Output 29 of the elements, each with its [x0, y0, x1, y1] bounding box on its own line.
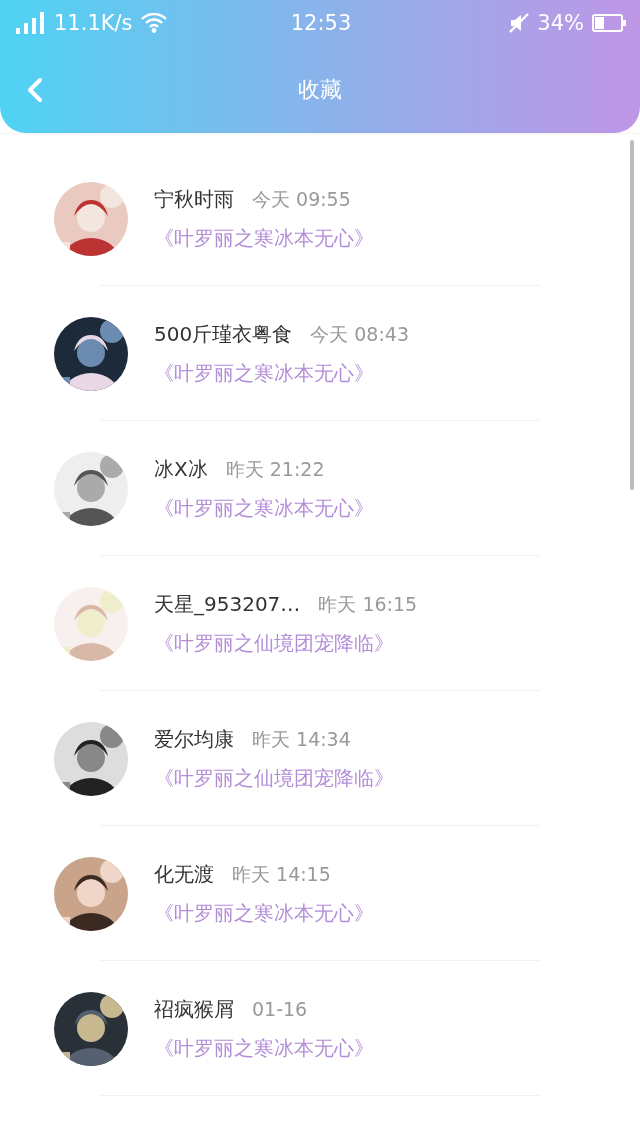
timestamp: 今天 08:43 — [310, 321, 409, 347]
mute-icon — [509, 13, 530, 33]
wifi-icon — [140, 13, 167, 33]
book-link[interactable]: 《叶罗丽之寒冰本无心》 — [154, 899, 374, 927]
book-link[interactable]: 《叶罗丽之寒冰本无心》 — [154, 224, 374, 252]
user-name: 天星_953207… — [154, 590, 301, 618]
user-name: 祒疯猴屑 — [154, 995, 234, 1023]
timestamp: 今天 09:55 — [252, 186, 351, 212]
book-link[interactable]: 《叶罗丽之仙境团宠降临》 — [154, 629, 418, 657]
book-link[interactable]: 《叶罗丽之寒冰本无心》 — [154, 494, 374, 522]
user-name: 500斤瑾衣粤食 — [154, 320, 293, 348]
book-link[interactable]: 《叶罗丽之寒冰本无心》 — [154, 359, 409, 387]
timestamp: 昨天 21:22 — [225, 456, 325, 482]
battery-percent: 34% — [537, 11, 584, 35]
timestamp: 01-16 — [252, 997, 308, 1020]
book-link[interactable]: 《叶罗丽之仙境团宠降临》 — [154, 764, 394, 792]
signal-icon — [16, 12, 46, 34]
user-name: 化无渡 — [154, 860, 214, 888]
timestamp: 昨天 16:15 — [318, 591, 418, 617]
page-title: 收藏 — [298, 75, 342, 104]
timestamp: 昨天 14:34 — [252, 726, 351, 752]
timestamp: 昨天 14:15 — [232, 861, 331, 887]
user-name: 冰X冰 — [154, 455, 208, 483]
user-name: 爱尔均康 — [154, 725, 234, 753]
user-name: 宁秋时雨 — [154, 185, 234, 213]
clock: 12:53 — [290, 11, 352, 35]
battery-icon — [592, 14, 626, 32]
network-speed: 11.1K/s — [54, 11, 133, 35]
book-link[interactable]: 《叶罗丽之寒冰本无心》 — [154, 1034, 374, 1062]
